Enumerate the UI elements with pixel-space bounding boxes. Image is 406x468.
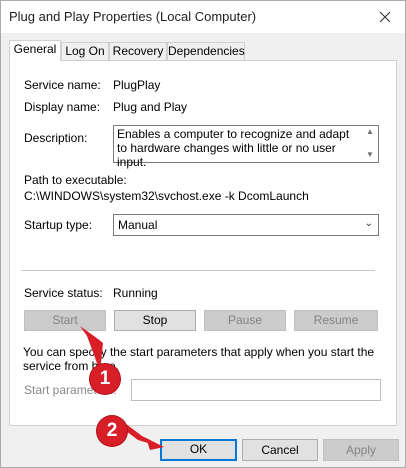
- arrow-2-head-icon: [146, 438, 164, 450]
- annotation-marker-1: 1: [90, 364, 120, 394]
- annotation-arrows: [80, 326, 164, 450]
- annotation-marker-2: 2: [97, 416, 127, 446]
- tab-general[interactable]: General: [9, 40, 61, 61]
